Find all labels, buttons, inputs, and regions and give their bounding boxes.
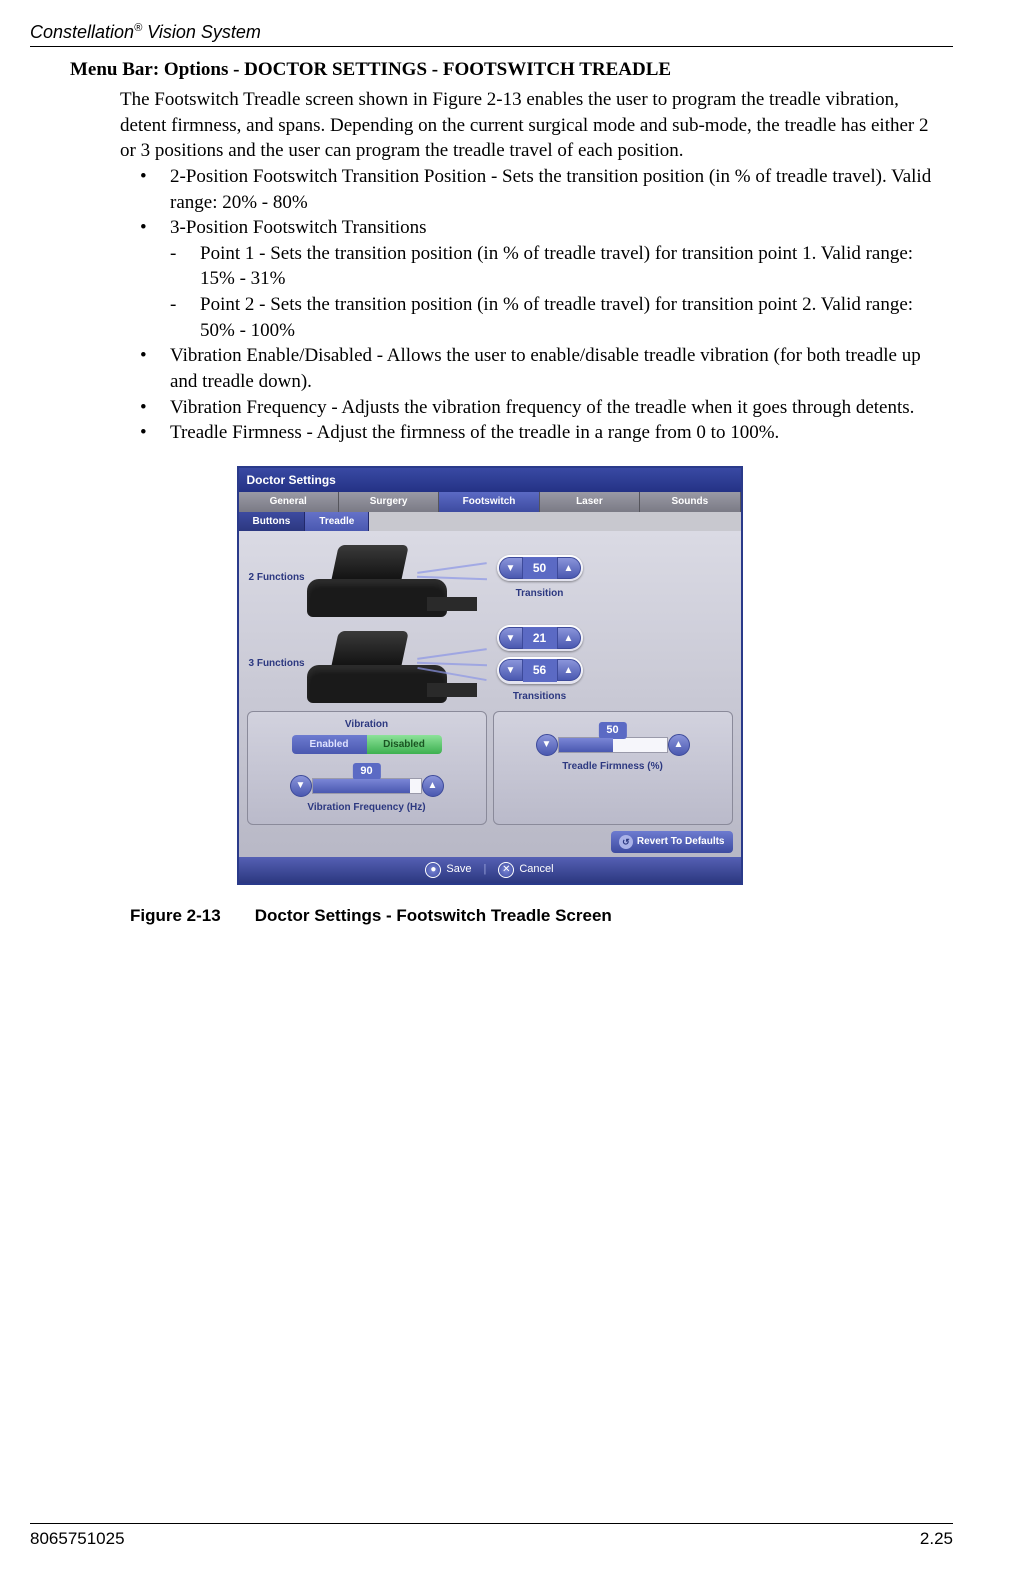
vibration-panel: Vibration Enabled Disabled ▼ 90 ▲ Vibrat… [247,711,487,825]
brand-name: Constellation [30,22,134,42]
increment-icon[interactable]: ▲ [557,627,581,649]
vibration-title: Vibration [254,718,480,732]
firmness-label: Treadle Firmness (%) [500,760,726,774]
footswitch-graphic-3 [307,625,477,703]
transition-label: Transition [516,587,564,601]
bullet-text: Point 1 - Sets the transition position (… [200,243,913,290]
bullet-text: 2-Position Footswitch Transition Positio… [170,166,931,213]
bullet-item: Vibration Frequency - Adjusts the vibrat… [140,395,943,421]
save-icon: ● [425,862,441,878]
vibration-freq-label: Vibration Frequency (Hz) [254,801,480,815]
bullet-item: 2-Position Footswitch Transition Positio… [140,164,943,215]
bullet-text: Point 2 - Sets the transition position (… [200,294,913,341]
intro-paragraph: The Footswitch Treadle screen shown in F… [120,87,943,164]
transition1-spinner: ▼ 21 ▲ [497,625,583,651]
vibration-enabled[interactable]: Enabled [292,735,367,755]
two-functions-row: 2 Functions ▼ 50 ▲ Transition [247,539,733,617]
screenshot: Doctor Settings General Surgery Footswit… [237,466,743,885]
firmness-slider: ▼ 50 ▲ [500,718,726,756]
bullet-text: 3-Position Footswitch Transitions [170,217,427,238]
document-number: 8065751025 [30,1528,125,1551]
subtab-treadle[interactable]: Treadle [305,512,369,532]
transition1-value: 21 [523,627,557,649]
dialog-title: Doctor Settings [239,468,741,492]
figure-container: Doctor Settings General Surgery Footswit… [237,466,747,885]
decrement-icon[interactable]: ▼ [290,775,312,797]
main-tabs: General Surgery Footswitch Laser Sounds [239,492,741,512]
decrement-icon[interactable]: ▼ [499,659,523,681]
vibration-toggle: Enabled Disabled [292,735,442,755]
page-number: 2.25 [920,1528,953,1551]
bullet-item: 3-Position Footswitch Transitions Point … [140,215,943,343]
cancel-label: Cancel [519,862,553,877]
transitions-label: Transitions [513,690,566,704]
figure-caption: Figure 2-13 Doctor Settings - Footswitch… [130,905,953,928]
tab-footswitch[interactable]: Footswitch [439,492,539,512]
revert-icon: ↺ [619,835,633,849]
panel-row: Vibration Enabled Disabled ▼ 90 ▲ Vibrat… [247,711,733,825]
three-functions-row: 3 Functions ▼ 21 ▲ ▼ 56 ▲ [247,625,733,703]
decrement-icon[interactable]: ▼ [499,557,523,579]
transition2-value: 56 [523,659,557,681]
revert-label: Revert To Defaults [637,835,725,849]
vibration-disabled[interactable]: Disabled [367,735,442,755]
transition2-spinner: ▼ 56 ▲ [497,657,583,683]
sub-tabs: Buttons Treadle [239,512,741,532]
sub-bullet-item: Point 2 - Sets the transition position (… [170,292,943,343]
firmness-panel: ▼ 50 ▲ Treadle Firmness (%) [493,711,733,825]
page-footer: 8065751025 2.25 [30,1523,953,1551]
registered-mark: ® [134,22,142,34]
tab-laser[interactable]: Laser [540,492,640,512]
subtab-buttons[interactable]: Buttons [239,512,306,532]
increment-icon[interactable]: ▲ [557,557,581,579]
page-header: Constellation® Vision System [30,20,953,47]
tab-surgery[interactable]: Surgery [339,492,439,512]
transition-spinner: ▼ 50 ▲ [497,555,583,581]
cancel-icon: ✕ [498,862,514,878]
increment-icon[interactable]: ▲ [422,775,444,797]
tab-sounds[interactable]: Sounds [640,492,740,512]
save-label: Save [446,862,471,877]
divider: | [483,862,486,878]
section-heading: Menu Bar: Options - DOCTOR SETTINGS - FO… [70,57,953,83]
sub-bullet-item: Point 1 - Sets the transition position (… [170,241,943,292]
slider-track[interactable]: 90 [312,778,422,794]
bullet-text: Treadle Firmness - Adjust the firmness o… [170,422,779,443]
bullet-item: Treadle Firmness - Adjust the firmness o… [140,420,943,446]
vibration-freq-slider: ▼ 90 ▲ [254,759,480,797]
decrement-icon[interactable]: ▼ [499,627,523,649]
figure-title: Doctor Settings - Footswitch Treadle Scr… [255,906,612,925]
vibration-freq-value: 90 [352,763,380,780]
brand-suffix: Vision System [142,22,261,42]
bullet-list: 2-Position Footswitch Transition Positio… [140,164,943,446]
sub-bullet-list: Point 1 - Sets the transition position (… [170,241,943,344]
bullet-item: Vibration Enable/Disabled - Allows the u… [140,343,943,394]
decrement-icon[interactable]: ▼ [536,734,558,756]
save-button[interactable]: ● Save [425,862,471,878]
figure-number: Figure 2-13 [130,905,250,928]
dialog-body: 2 Functions ▼ 50 ▲ Transition 3 Function… [239,531,741,857]
slider-track[interactable]: 50 [558,737,668,753]
footswitch-graphic-2 [307,539,477,617]
three-functions-label: 3 Functions [247,657,307,671]
dialog-footer: ● Save | ✕ Cancel [239,857,741,883]
revert-defaults-button[interactable]: ↺ Revert To Defaults [611,831,733,853]
cancel-button[interactable]: ✕ Cancel [498,862,553,878]
bullet-text: Vibration Frequency - Adjusts the vibrat… [170,397,914,418]
transition-value: 50 [523,557,557,579]
two-functions-label: 2 Functions [247,571,307,585]
bullet-text: Vibration Enable/Disabled - Allows the u… [170,345,921,392]
firmness-value: 50 [598,722,626,739]
tab-general[interactable]: General [239,492,339,512]
increment-icon[interactable]: ▲ [557,659,581,681]
increment-icon[interactable]: ▲ [668,734,690,756]
